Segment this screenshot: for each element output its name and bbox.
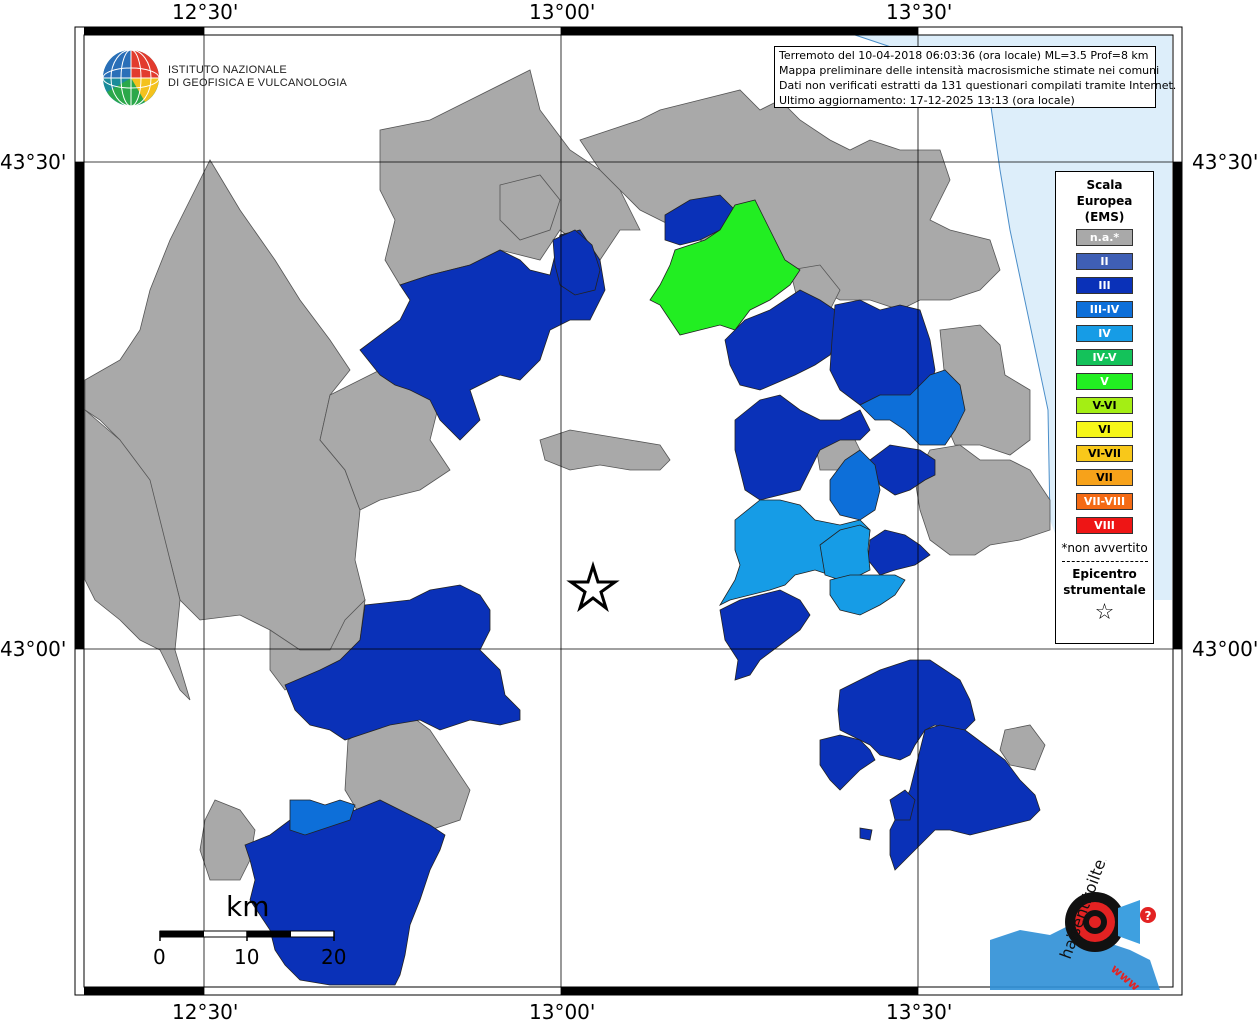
legend-items: n.a.* II III III-IV IV IV-V V V-VI VI VI… <box>1056 229 1153 534</box>
legend-epicenter-line-1: Epicentro <box>1072 567 1137 581</box>
lat-label-left-2: 43°00' <box>0 637 67 661</box>
ingv-globe-logo <box>102 49 160 107</box>
municipalities-iii <box>244 194 1041 986</box>
legend-title: Scala Europea (EMS) <box>1056 177 1153 225</box>
legend-item: VII <box>1076 469 1133 486</box>
watermark-question: ? <box>1145 909 1152 923</box>
legend-item: n.a.* <box>1076 229 1133 246</box>
lon-label-top-3: 13°30' <box>886 0 953 24</box>
legend-item: III <box>1076 277 1133 294</box>
ems-legend: Scala Europea (EMS) n.a.* II III III-IV … <box>1055 171 1154 644</box>
legend-item: II <box>1076 253 1133 270</box>
lon-label-bottom-1: 12°30' <box>172 1000 239 1024</box>
legend-separator <box>1061 561 1148 562</box>
legend-title-line-1: Scala <box>1086 178 1123 192</box>
scale-tick-10: 10 <box>234 945 260 969</box>
scale-unit: km <box>226 890 270 923</box>
legend-star-icon: ☆ <box>1094 600 1115 625</box>
legend-item: VII-VIII <box>1076 493 1133 510</box>
legend-item: III-IV <box>1076 301 1133 318</box>
info-line-1: Terremoto del 10-04-2018 06:03:36 (ora l… <box>779 49 1149 62</box>
scale-tick-0: 0 <box>153 945 166 969</box>
legend-item: IV-V <box>1076 349 1133 366</box>
lon-label-top-2: 13°00' <box>529 0 596 24</box>
legend-title-line-2: Europea <box>1076 194 1133 208</box>
lat-label-right-1: 43°30' <box>1192 150 1257 174</box>
epicenter-star-icon <box>566 560 620 613</box>
org-line-2: DI GEOFISICA E VULCANOLOGIA <box>168 77 347 89</box>
legend-item: V-VI <box>1076 397 1133 414</box>
ingv-org-name: ISTITUTO NAZIONALE DI GEOFISICA E VULCAN… <box>168 64 347 90</box>
legend-item: VIII <box>1076 517 1133 534</box>
info-line-3: Dati non verificati estratti da 131 ques… <box>779 79 1177 92</box>
scale-tick-20: 20 <box>321 945 347 969</box>
legend-epicenter-line-2: strumentale <box>1063 583 1146 597</box>
legend-item: IV <box>1076 325 1133 342</box>
legend-epicenter-label: Epicentro strumentale <box>1056 566 1153 598</box>
haisentito-logo: ? haisentitoilterremoto.it www. <box>990 860 1160 990</box>
lon-label-top-1: 12°30' <box>172 0 239 24</box>
info-line-2: Mappa preliminare delle intensità macros… <box>779 64 1160 77</box>
org-line-1: ISTITUTO NAZIONALE <box>168 64 287 76</box>
legend-item: V <box>1076 373 1133 390</box>
legend-title-line-3: (EMS) <box>1084 210 1125 224</box>
legend-item: VI-VII <box>1076 445 1133 462</box>
lat-label-left-1: 43°30' <box>0 150 67 174</box>
event-info-box: Terremoto del 10-04-2018 06:03:36 (ora l… <box>774 46 1177 108</box>
legend-item: VI <box>1076 421 1133 438</box>
info-line-4: Ultimo aggiornamento: 17-12-2025 13:13 (… <box>779 94 1075 107</box>
lon-label-bottom-2: 13°00' <box>529 1000 596 1024</box>
lon-label-bottom-3: 13°30' <box>886 1000 953 1024</box>
lat-label-right-2: 43°00' <box>1192 637 1257 661</box>
legend-note: *non avvertito <box>1061 541 1148 555</box>
